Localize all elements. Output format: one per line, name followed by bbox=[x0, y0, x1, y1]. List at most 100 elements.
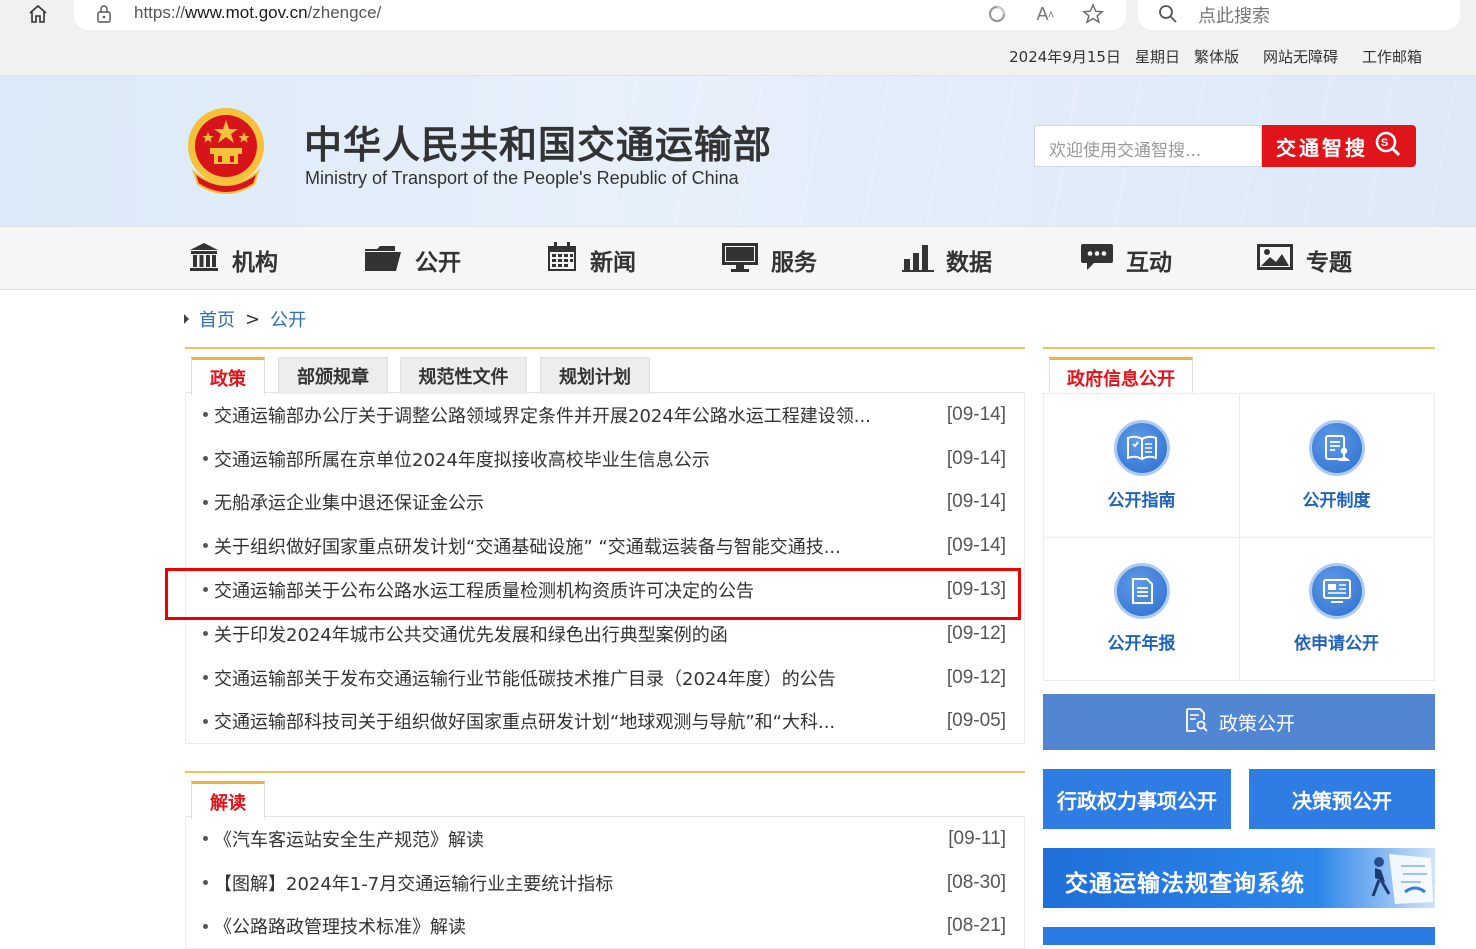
list-item[interactable]: 《公路路政管理技术标准》解读 [08-21] bbox=[186, 905, 1024, 949]
item-date: [09-12] bbox=[946, 622, 1006, 644]
item-title[interactable]: 交通运输部办公厅关于调整公路领域界定条件并开展2024年公路水运工程建设领... bbox=[214, 402, 871, 428]
read-aloud-icon[interactable]: Aʌ bbox=[1032, 2, 1058, 26]
policy-panel: 政策 部颁规章 规范性文件 规划计划 交通运输部办公厅关于调整公路领域界定条件并… bbox=[185, 347, 1025, 745]
nav-item-interaction[interactable]: 互动 bbox=[1080, 241, 1172, 279]
nav-item-topics[interactable]: 专题 bbox=[1256, 241, 1352, 279]
nav-item-service[interactable]: 服务 bbox=[721, 241, 817, 279]
favorite-star-icon[interactable] bbox=[1080, 2, 1106, 26]
item-title[interactable]: 关于印发2024年城市公共交通优先发展和绿色出行典型案例的函 bbox=[214, 621, 728, 647]
item-title[interactable]: 交通运输部科技司关于组织做好国家重点研发计划“地球观测与导航”和“大科... bbox=[214, 708, 835, 734]
report-icon bbox=[1113, 563, 1170, 619]
gov-info-tabs: 政府信息公开 bbox=[1043, 349, 1435, 395]
url-text[interactable]: https://www.mot.gov.cn/zhengce/ bbox=[134, 3, 381, 23]
chat-icon bbox=[1080, 241, 1114, 279]
gov-info-annual-report-label: 公开年报 bbox=[1107, 634, 1176, 654]
interpretation-panel: 解读 《汽车客运站安全生产规范》解读 [09-11] 【图解】2024年1-7月交… bbox=[185, 771, 1025, 949]
item-title[interactable]: 关于组织做好国家重点研发计划“交通基础设施” “交通载运装备与智能交通技... bbox=[214, 533, 841, 559]
item-title[interactable]: 交通运输部所属在京单位2024年度拟接收高校毕业生信息公示 bbox=[214, 446, 710, 472]
national-emblem-logo[interactable] bbox=[184, 106, 268, 194]
tab-interpretation[interactable]: 解读 bbox=[191, 781, 265, 819]
interpretation-tabs: 解读 bbox=[185, 773, 1025, 819]
gov-info-guide[interactable]: 公开指南 bbox=[1044, 394, 1239, 537]
list-item[interactable]: 交通运输部办公厅关于调整公路领域界定条件并开展2024年公路水运工程建设领...… bbox=[186, 393, 1024, 437]
list-item[interactable]: 交通运输部科技司关于组织做好国家重点研发计划“地球观测与导航”和“大科... [0… bbox=[186, 700, 1024, 744]
admin-power-button[interactable]: 行政权力事项公开 bbox=[1043, 769, 1231, 829]
gov-info-panel: 政府信息公开 bbox=[1043, 347, 1435, 395]
search-icon: S bbox=[1374, 130, 1402, 163]
svg-text:S: S bbox=[1381, 137, 1391, 149]
tab-normative-documents[interactable]: 规范性文件 bbox=[400, 357, 527, 394]
item-title[interactable]: 无船承运企业集中退还保证金公示 bbox=[214, 489, 484, 515]
gov-info-apply[interactable]: 依申请公开 bbox=[1239, 537, 1434, 680]
gov-info-system-label: 公开制度 bbox=[1302, 491, 1371, 511]
site-title[interactable]: 中华人民共和国交通运输部 bbox=[304, 114, 772, 169]
browser-search-box[interactable]: 点此搜索 bbox=[1138, 0, 1460, 30]
list-item[interactable]: 关于组织做好国家重点研发计划“交通基础设施” “交通载运装备与智能交通技... [… bbox=[186, 524, 1024, 568]
nav-label: 新闻 bbox=[590, 250, 636, 276]
site-search-button[interactable]: 交通智搜 S bbox=[1262, 125, 1416, 167]
item-date: [09-11] bbox=[948, 827, 1006, 849]
law-search-label: 交通运输法规查询系统 bbox=[1065, 871, 1305, 897]
utility-bar: 2024年9月15日 星期日 繁体版 网站无障碍 工作邮箱 bbox=[0, 36, 1476, 76]
gov-info-grid: 公开指南 公开制度 公开年报 依申请公开 bbox=[1043, 393, 1435, 681]
current-weekday: 星期日 bbox=[1134, 48, 1180, 66]
folder-icon bbox=[363, 241, 403, 279]
browser-search-placeholder: 点此搜索 bbox=[1198, 6, 1270, 27]
list-item[interactable]: 《汽车客运站安全生产规范》解读 [09-11] bbox=[186, 817, 1024, 861]
breadcrumb-home-link[interactable]: 首页 bbox=[199, 306, 235, 332]
main-navigation: 机构 公开 新闻 服务 数据 互动 专题 bbox=[0, 226, 1476, 290]
law-search-banner[interactable]: 交通运输法规查询系统 bbox=[1043, 848, 1435, 908]
item-title[interactable]: 【图解】2024年1-7月交通运输行业主要统计指标 bbox=[214, 870, 613, 896]
site-search-input[interactable]: 欢迎使用交通智搜... bbox=[1034, 125, 1262, 167]
list-item[interactable]: 【图解】2024年1-7月交通运输行业主要统计指标 [08-30] bbox=[186, 861, 1024, 905]
building-icon bbox=[188, 241, 220, 279]
tab-policy[interactable]: 政策 bbox=[191, 357, 265, 395]
nav-label: 互动 bbox=[1126, 250, 1172, 276]
breadcrumb-current-link[interactable]: 公开 bbox=[270, 306, 306, 332]
site-subtitle: Ministry of Transport of the People's Re… bbox=[305, 168, 739, 188]
nav-label: 数据 bbox=[946, 250, 992, 276]
refresh-icon[interactable] bbox=[984, 2, 1010, 26]
item-title[interactable]: 《公路路政管理技术标准》解读 bbox=[214, 913, 466, 939]
lock-icon[interactable] bbox=[96, 4, 112, 28]
traditional-chinese-link[interactable]: 繁体版 bbox=[1194, 46, 1239, 67]
breadcrumb-separator: > bbox=[245, 308, 261, 330]
item-date: [09-14] bbox=[946, 535, 1006, 557]
monitor-icon bbox=[721, 241, 759, 279]
gov-info-annual-report[interactable]: 公开年报 bbox=[1044, 537, 1239, 680]
browser-toolbar: https://www.mot.gov.cn/zhengce/ Aʌ 点此搜索 bbox=[0, 0, 1476, 36]
item-date: [09-05] bbox=[946, 710, 1006, 732]
address-bar[interactable]: https://www.mot.gov.cn/zhengce/ Aʌ bbox=[74, 0, 1126, 30]
more-services-banner[interactable] bbox=[1043, 927, 1435, 945]
apply-icon bbox=[1308, 563, 1365, 619]
nav-item-public[interactable]: 公开 bbox=[363, 241, 461, 279]
current-date: 2024年9月15日 bbox=[1009, 48, 1121, 66]
home-icon[interactable] bbox=[24, 2, 52, 26]
nav-item-institution[interactable]: 机构 bbox=[188, 241, 278, 279]
site-header: 中华人民共和国交通运输部 Ministry of Transport of th… bbox=[0, 76, 1476, 226]
tab-gov-info[interactable]: 政府信息公开 bbox=[1049, 357, 1193, 395]
work-mail-link[interactable]: 工作邮箱 bbox=[1362, 46, 1422, 67]
item-date: [09-14] bbox=[946, 491, 1006, 513]
nav-label: 公开 bbox=[415, 250, 461, 276]
list-item[interactable]: 无船承运企业集中退还保证金公示 [09-14] bbox=[186, 481, 1024, 525]
gov-info-system[interactable]: 公开制度 bbox=[1239, 394, 1434, 537]
item-title[interactable]: 《汽车客运站安全生产规范》解读 bbox=[214, 826, 484, 852]
item-date: [09-14] bbox=[946, 403, 1006, 425]
tab-planning[interactable]: 规划计划 bbox=[540, 357, 650, 394]
document-user-icon bbox=[1308, 420, 1365, 476]
gov-info-apply-label: 依申请公开 bbox=[1294, 634, 1379, 654]
policy-open-button[interactable]: 政策公开 bbox=[1043, 694, 1435, 750]
list-item[interactable]: 交通运输部所属在京单位2024年度拟接收高校毕业生信息公示 [09-14] bbox=[186, 437, 1024, 481]
policy-tabs: 政策 部颁规章 规范性文件 规划计划 bbox=[185, 349, 1025, 395]
item-date: [09-12] bbox=[946, 666, 1006, 688]
search-icon[interactable] bbox=[1158, 4, 1178, 28]
item-title[interactable]: 交通运输部关于发布交通运输行业节能低碳技术推广目录（2024年度）的公告 bbox=[214, 665, 836, 691]
tab-ministry-regulations[interactable]: 部颁规章 bbox=[278, 357, 388, 394]
nav-item-data[interactable]: 数据 bbox=[902, 241, 992, 279]
breadcrumb-arrow-icon bbox=[184, 314, 189, 324]
decision-preview-button[interactable]: 决策预公开 bbox=[1249, 769, 1435, 829]
list-item[interactable]: 交通运输部关于发布交通运输行业节能低碳技术推广目录（2024年度）的公告 [09-… bbox=[186, 656, 1024, 700]
nav-item-news[interactable]: 新闻 bbox=[546, 241, 636, 279]
accessibility-link[interactable]: 网站无障碍 bbox=[1263, 46, 1338, 67]
